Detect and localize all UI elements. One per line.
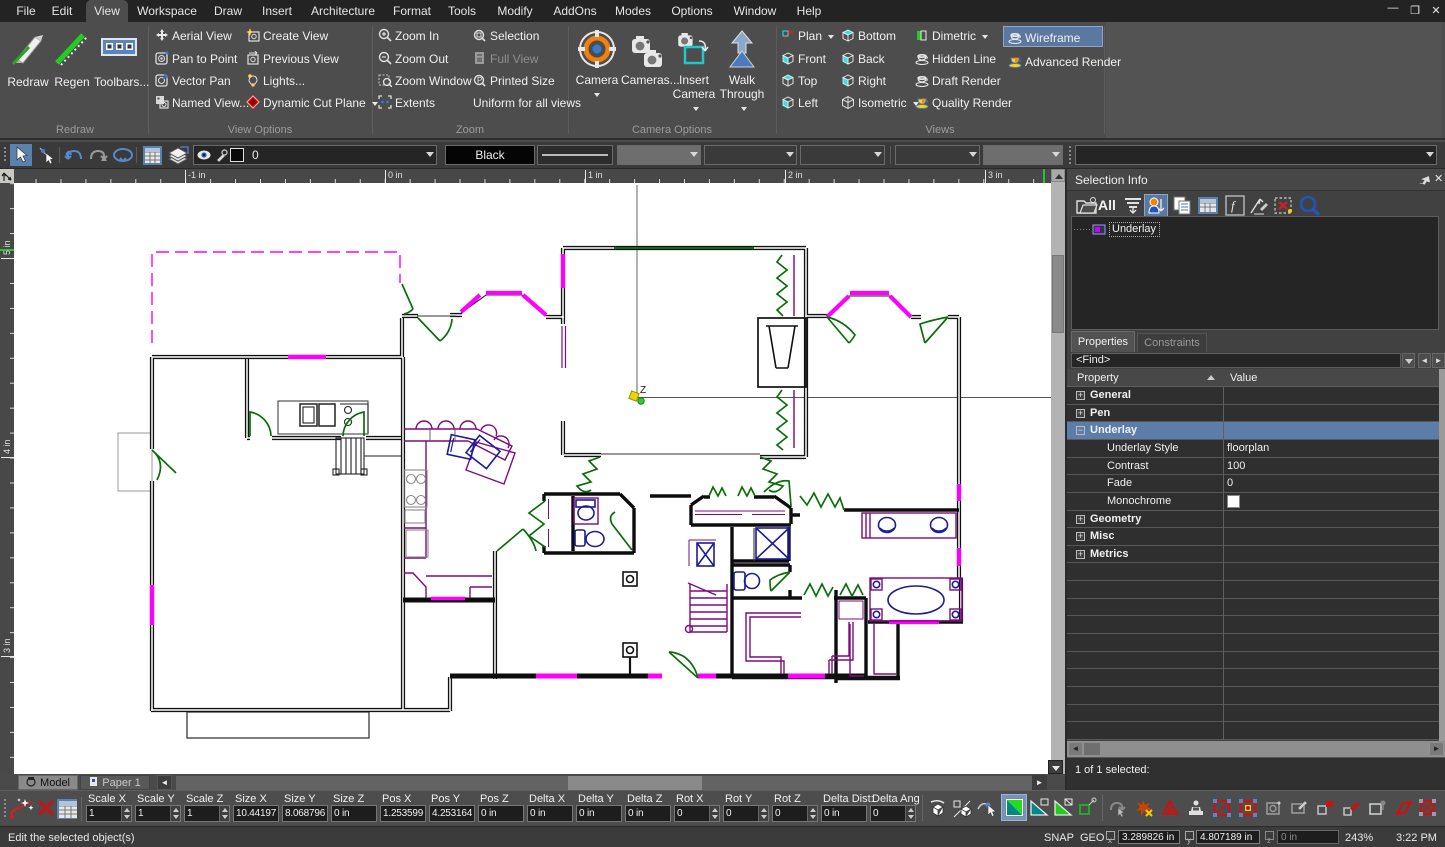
svg-text:3 in: 3 in <box>2 638 12 653</box>
svg-text:f: f <box>1231 198 1237 213</box>
svg-text:3 in: 3 in <box>988 170 1003 180</box>
svg-text:Z: Z <box>640 385 646 396</box>
svg-text:-1 in: -1 in <box>188 170 206 180</box>
svg-text:4 in: 4 in <box>2 439 12 454</box>
svg-text:0 in: 0 in <box>388 170 403 180</box>
svg-text:2 in: 2 in <box>788 170 803 180</box>
svg-text:1 in: 1 in <box>588 170 603 180</box>
svg-text:5 in: 5 in <box>2 240 12 255</box>
